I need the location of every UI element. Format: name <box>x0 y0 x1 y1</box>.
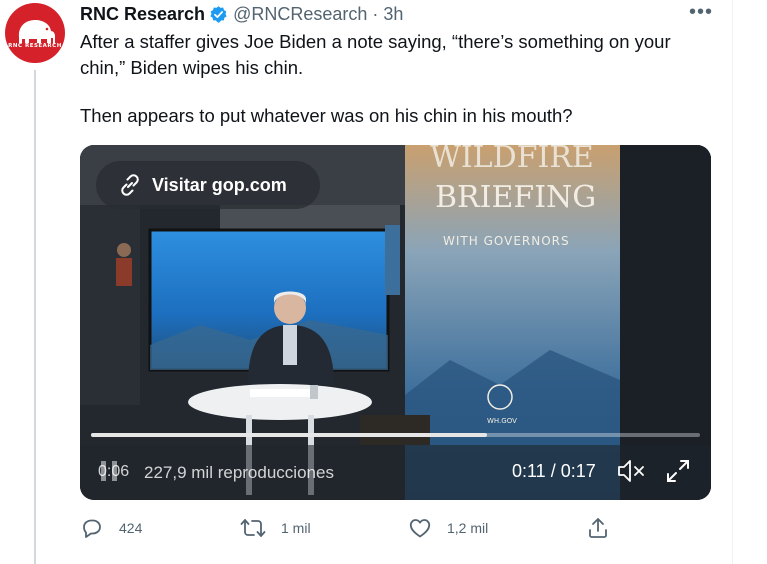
tweet-text-line-1: After a staffer gives Joe Biden a note s… <box>80 31 671 78</box>
visit-link-label: Visitar gop.com <box>152 174 287 195</box>
sign-line-3: WITH GOVERNORS <box>443 234 570 248</box>
retweet-icon <box>240 519 266 537</box>
retweet-count: 1 mil <box>281 520 311 536</box>
fullscreen-icon[interactable] <box>664 457 692 485</box>
like-icon <box>409 519 431 538</box>
action-bar: 424 1 mil 1,2 mil <box>80 515 620 541</box>
column-border <box>732 0 733 564</box>
reply-count: 424 <box>119 520 143 536</box>
retweet-button[interactable]: 1 mil <box>240 515 311 541</box>
tweet-text: After a staffer gives Joe Biden a note s… <box>80 29 720 129</box>
avatar[interactable]: RNC RESEARCH <box>5 3 65 63</box>
tweet-text-line-2: Then appears to put whatever was on his … <box>80 105 573 126</box>
display-name[interactable]: RNC Research <box>80 4 205 25</box>
visit-link-button[interactable]: Visitar gop.com <box>96 161 320 209</box>
reply-button[interactable]: 424 <box>80 515 142 541</box>
link-icon <box>121 174 139 196</box>
sign-line-2: BRIEFING <box>435 180 596 215</box>
user-handle[interactable]: @RNCResearch <box>233 4 367 25</box>
avatar-text: RNC RESEARCH <box>8 43 62 49</box>
like-count: 1,2 mil <box>447 520 489 536</box>
sign-logo-text: WH.GOV <box>487 417 517 425</box>
reply-icon <box>83 519 101 538</box>
thread-line <box>34 70 36 564</box>
verified-badge-icon <box>210 5 227 23</box>
elephant-logo-icon <box>18 20 55 45</box>
share-icon <box>589 518 607 538</box>
separator-dot: · <box>372 3 379 24</box>
elapsed-time-overlay: 0:06 <box>98 463 130 480</box>
progress-bar[interactable] <box>91 433 700 437</box>
share-button[interactable] <box>586 515 625 541</box>
tweet-time[interactable]: 3h <box>383 4 403 25</box>
view-count: 227,9 mil reproducciones <box>144 463 334 482</box>
like-button[interactable]: 1,2 mil <box>408 515 488 541</box>
mute-icon[interactable] <box>616 458 646 484</box>
tweet-header: RNC Research @RNCResearch · 3h <box>80 3 403 25</box>
video-player[interactable]: WILDFIRE BRIEFING WITH GOVERNORS WH.GOV … <box>80 145 711 500</box>
progress-fill <box>91 433 487 437</box>
more-icon[interactable]: ••• <box>686 2 716 26</box>
sign-line-1: WILDFIRE <box>430 145 594 175</box>
time-display: 0:11 / 0:17 <box>512 461 596 481</box>
